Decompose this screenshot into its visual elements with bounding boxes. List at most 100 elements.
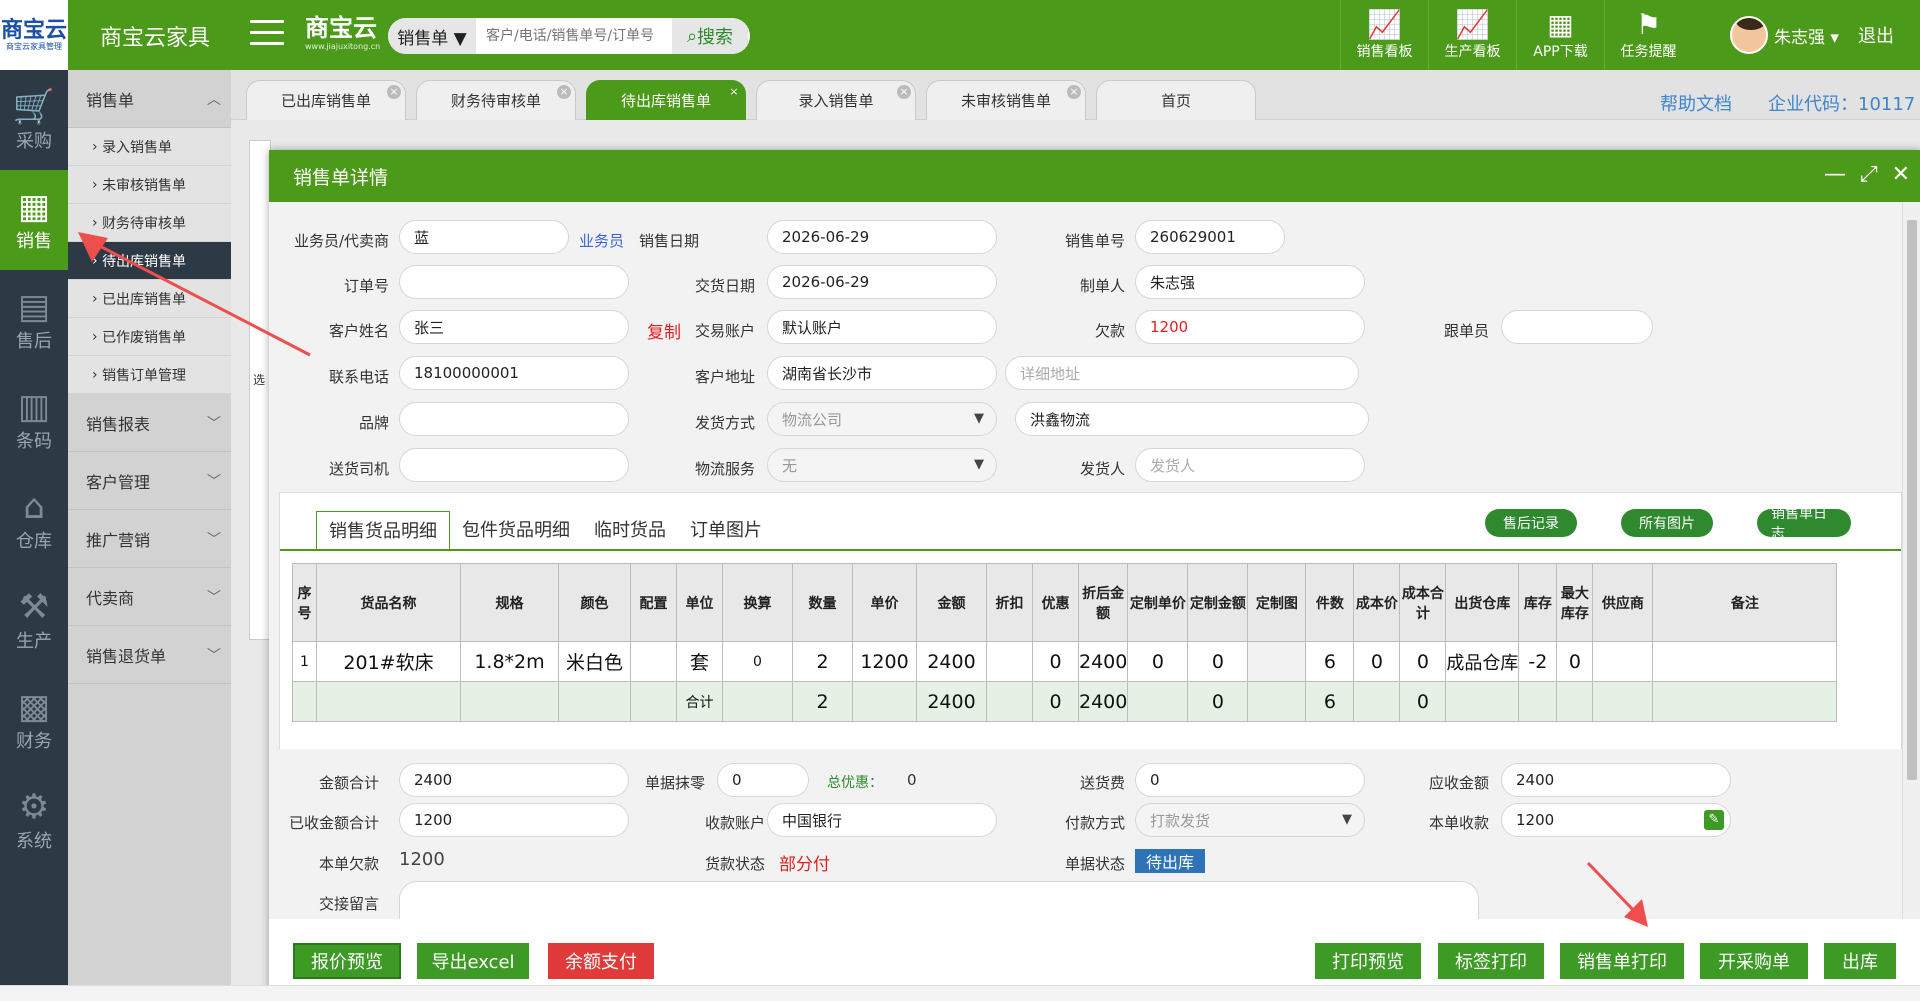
- all-images-button[interactable]: 所有图片: [1621, 509, 1713, 537]
- nav-purchase[interactable]: 🛒 采购: [0, 70, 68, 170]
- minimize-icon[interactable]: —: [1824, 162, 1846, 187]
- logo[interactable]: 商宝云 商宝云家具管理: [0, 0, 68, 70]
- ship-out-button[interactable]: 出库: [1824, 943, 1896, 979]
- address-field[interactable]: 湖南省长沙市: [767, 356, 997, 390]
- tab[interactable]: 未审核销售单 ×: [926, 80, 1086, 120]
- modal-scrollbar[interactable]: [1902, 202, 1920, 919]
- tab-order-images[interactable]: 订单图片: [678, 509, 774, 549]
- sidebar-group[interactable]: 销售报表 ﹀: [68, 394, 231, 452]
- phone-field[interactable]: 18100000001: [399, 356, 629, 390]
- close-icon[interactable]: ×: [557, 85, 571, 99]
- summary-section: 金额合计 2400 单据抹零 0 总优惠： 0 送货费 0 应收金额 2400 …: [279, 749, 1902, 919]
- delivery-fee-field[interactable]: 0: [1135, 763, 1365, 797]
- pay-method-select[interactable]: 打款发货: [1135, 803, 1365, 837]
- ship-method-select[interactable]: 物流公司: [767, 402, 997, 436]
- sidebar-group[interactable]: 代卖商 ﹀: [68, 568, 231, 626]
- sidebar-item-label: 未审核销售单: [102, 177, 187, 194]
- receivable-field[interactable]: 2400: [1501, 763, 1731, 797]
- sidebar-item[interactable]: › 未审核销售单: [68, 166, 231, 204]
- brand-field[interactable]: [399, 402, 629, 436]
- menu-toggle-icon[interactable]: [250, 20, 284, 48]
- order-log-button[interactable]: 销售单日志: [1757, 506, 1851, 542]
- service-select[interactable]: 无: [767, 448, 997, 482]
- sale-date-field[interactable]: 2026-06-29: [767, 220, 997, 254]
- scrollbar-thumb[interactable]: [1907, 220, 1917, 780]
- tab-package-goods[interactable]: 包件货品明细: [450, 509, 582, 549]
- tab[interactable]: 财务待审核单 ×: [416, 80, 576, 120]
- balance-pay-button[interactable]: 余额支付: [548, 943, 654, 979]
- sidebar-group-label: 代卖商: [86, 588, 135, 608]
- search-input[interactable]: [476, 18, 672, 54]
- nav-barcode[interactable]: ▥ 条码: [0, 370, 68, 470]
- nav-sales[interactable]: ▦ 销售: [0, 170, 68, 270]
- sidebar-item[interactable]: › 财务待审核单: [68, 204, 231, 242]
- edit-icon[interactable]: ✎: [1704, 810, 1724, 830]
- total-amount-field[interactable]: 2400: [399, 763, 629, 797]
- close-icon[interactable]: ×: [727, 85, 741, 99]
- driver-field[interactable]: [399, 448, 629, 482]
- account-field[interactable]: 默认账户: [767, 310, 997, 344]
- received-total-field[interactable]: 1200: [399, 803, 629, 837]
- handover-note-field[interactable]: [399, 881, 1479, 919]
- nav-production[interactable]: ⚒ 生产: [0, 570, 68, 670]
- sales-order-print-button[interactable]: 销售单打印: [1560, 943, 1684, 979]
- help-docs-link[interactable]: 帮助文档: [1660, 90, 1732, 116]
- sidebar-group[interactable]: 客户管理 ﹀: [68, 452, 231, 510]
- print-preview-button[interactable]: 打印预览: [1315, 943, 1421, 979]
- production-board-button[interactable]: 📈 生产看板: [1428, 0, 1516, 70]
- quote-preview-button[interactable]: 报价预览: [293, 943, 401, 979]
- sidebar-item[interactable]: › 已出库销售单: [68, 280, 231, 318]
- follower-field[interactable]: [1501, 310, 1653, 344]
- maximize-icon[interactable]: ⤢: [1860, 162, 1878, 187]
- sidebar-item[interactable]: › 录入销售单: [68, 128, 231, 166]
- shipper-field[interactable]: 发货人: [1135, 448, 1365, 482]
- create-purchase-order-button[interactable]: 开采购单: [1700, 943, 1808, 979]
- aftersale-records-button[interactable]: 售后记录: [1485, 509, 1577, 537]
- sidebar-group[interactable]: 销售退货单 ﹀: [68, 626, 231, 684]
- task-reminder-button[interactable]: ⚑ 任务提醒: [1604, 0, 1692, 70]
- ref-no-field[interactable]: [399, 265, 629, 299]
- tab-sales-goods[interactable]: 销售货品明细: [316, 511, 450, 551]
- tab-active[interactable]: 待出库销售单 ×: [586, 80, 746, 120]
- logout-button[interactable]: 退出: [1858, 22, 1894, 48]
- nav-system[interactable]: ⚙ 系统: [0, 770, 68, 870]
- search-type-select[interactable]: 销售单 ▼: [388, 18, 476, 54]
- debt-field[interactable]: 1200: [1135, 310, 1365, 344]
- maker-field[interactable]: 朱志强: [1135, 265, 1365, 299]
- round-off-field[interactable]: 0: [717, 763, 809, 797]
- cell: [1652, 681, 1838, 722]
- tab-temp-goods[interactable]: 临时货品: [582, 509, 678, 549]
- salesman-field[interactable]: 蓝: [399, 220, 569, 254]
- sales-board-button[interactable]: 📈 销售看板: [1340, 0, 1428, 70]
- nav-finance[interactable]: ▩ 财务: [0, 670, 68, 770]
- sidebar-item[interactable]: › 已作废销售单: [68, 318, 231, 356]
- customer-field[interactable]: 张三: [399, 310, 629, 344]
- app-download-button[interactable]: ▦ APP下载: [1516, 0, 1604, 70]
- sidebar-item-active[interactable]: › 待出库销售单: [68, 242, 231, 280]
- cell: [1445, 681, 1520, 722]
- tab[interactable]: 录入销售单 ×: [756, 80, 916, 120]
- sidebar-group[interactable]: 推广营销 ﹀: [68, 510, 231, 568]
- logistics-field[interactable]: 洪鑫物流: [1015, 402, 1369, 436]
- cell: 0: [1127, 641, 1189, 682]
- table-row[interactable]: 1 201#软床 1.8*2m 米白色 套 0 2 1200 2400 0 24…: [292, 641, 1838, 682]
- nav-warehouse[interactable]: ⌂ 仓库: [0, 470, 68, 570]
- close-icon[interactable]: ×: [387, 85, 401, 99]
- sidebar-group-sales[interactable]: 销售单 ︿: [68, 70, 231, 128]
- pay-account-field[interactable]: 中国银行: [767, 803, 997, 837]
- tab[interactable]: 已出库销售单 ×: [246, 80, 406, 120]
- tab-home[interactable]: 首页: [1096, 80, 1256, 120]
- sidebar-item[interactable]: › 销售订单管理: [68, 356, 231, 394]
- close-icon[interactable]: ×: [1067, 85, 1081, 99]
- export-excel-button[interactable]: 导出excel: [417, 943, 529, 979]
- delivery-date-field[interactable]: 2026-06-29: [767, 265, 997, 299]
- nav-aftersale[interactable]: ▤ 售后: [0, 270, 68, 370]
- user-menu[interactable]: 朱志强 ▾: [1730, 16, 1839, 54]
- close-icon[interactable]: ✕: [1892, 162, 1910, 187]
- label-print-button[interactable]: 标签打印: [1438, 943, 1544, 979]
- close-icon[interactable]: ×: [897, 85, 911, 99]
- search-button[interactable]: ⌕ 搜索: [672, 18, 748, 54]
- this-received-field[interactable]: 1200 ✎: [1501, 803, 1731, 837]
- address-detail-field[interactable]: 详细地址: [1005, 356, 1359, 390]
- order-no-field[interactable]: 260629001: [1135, 220, 1285, 254]
